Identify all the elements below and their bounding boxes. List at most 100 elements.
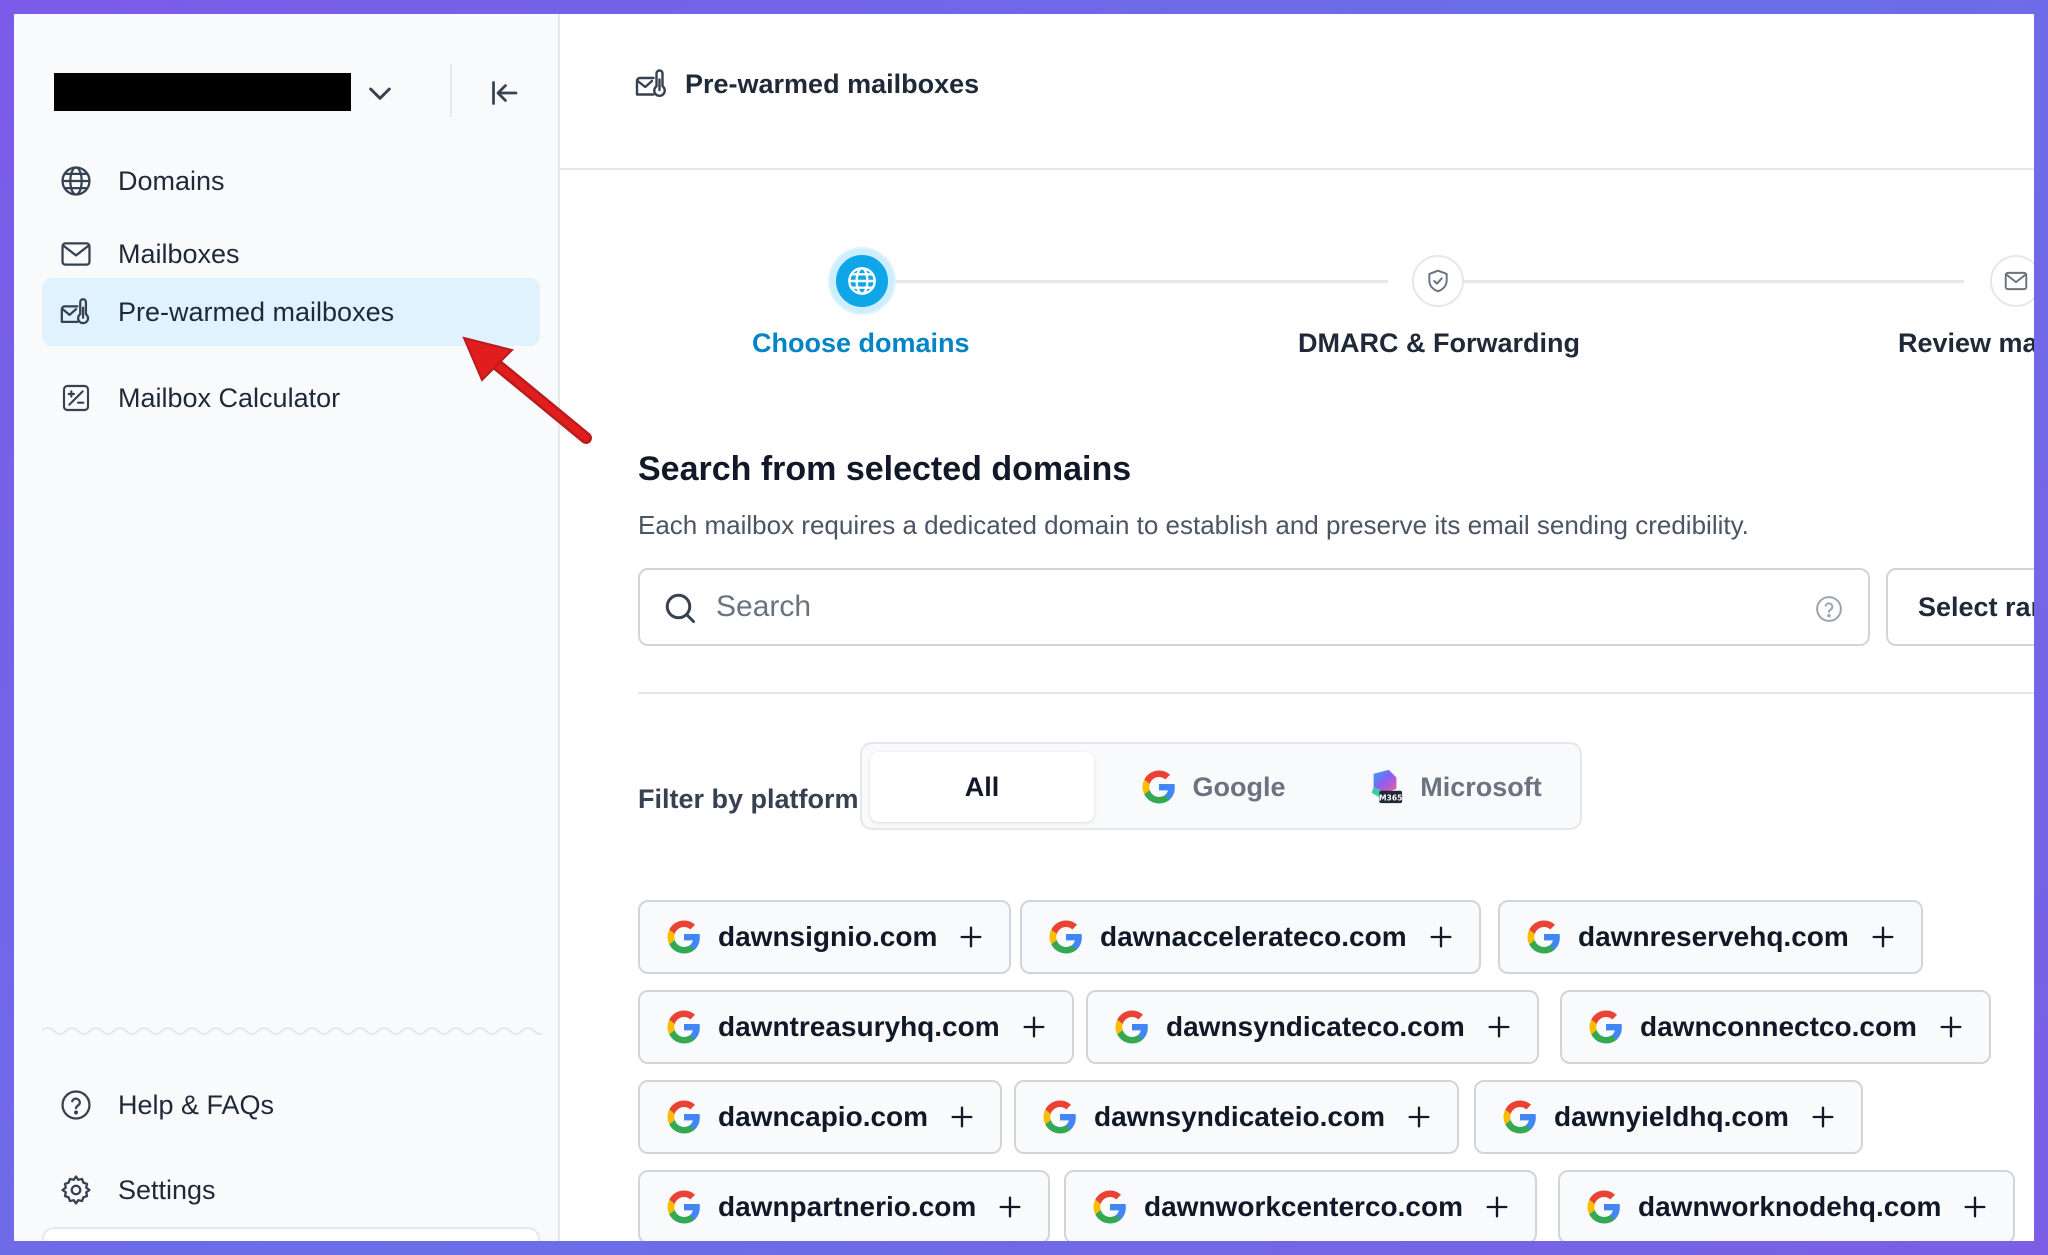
select-random-button[interactable]: Select ran <box>1886 568 2034 646</box>
google-icon <box>667 1190 700 1224</box>
domain-chip-label: dawnconnectco.com <box>1640 1011 1917 1042</box>
top-bar: Pre-warmed mailboxes <box>560 14 2034 170</box>
step-2-label[interactable]: DMARC & Forwarding <box>1298 328 1580 359</box>
app-window: Domains Mailboxes Pre-warmed mailboxes M… <box>14 14 2034 1241</box>
domain-chip-label: dawnyieldhq.com <box>1554 1101 1789 1132</box>
filter-label: Filter by platform <box>638 784 859 814</box>
plus-icon[interactable] <box>1809 1103 1837 1131</box>
google-icon <box>1587 1190 1620 1224</box>
domain-chip[interactable]: dawncapio.com <box>638 1080 1003 1154</box>
calculator-icon <box>58 380 94 416</box>
sidebar-item-settings[interactable]: Settings <box>42 1156 540 1224</box>
stepper: Choose domains DMARC & Forwarding Review… <box>560 234 2034 364</box>
sidebar-item-label: Mailboxes <box>118 238 240 269</box>
plus-icon[interactable] <box>1485 1013 1513 1041</box>
page-title: Pre-warmed mailboxes <box>685 69 980 99</box>
domain-chip[interactable]: dawnaccelerateco.com <box>1020 900 1481 974</box>
search-field[interactable] <box>638 568 1870 646</box>
google-icon <box>1049 920 1082 954</box>
step-connector <box>862 280 1388 283</box>
google-icon <box>667 1010 700 1044</box>
google-icon <box>667 920 700 954</box>
plus-icon[interactable] <box>957 923 985 951</box>
filter-option-all[interactable]: All <box>870 752 1094 822</box>
plus-icon[interactable] <box>1937 1013 1965 1041</box>
domain-chip[interactable]: dawnsyndicateio.com <box>1014 1080 1459 1154</box>
filter-option-label: Google <box>1192 771 1286 802</box>
google-icon <box>1503 1100 1536 1134</box>
sidebar-item-label: Pre-warmed mailboxes <box>118 296 395 327</box>
domain-chip[interactable]: dawnworknodehq.com <box>1558 1170 2016 1241</box>
filter-option-label: All <box>964 771 1000 802</box>
domain-chip-label: dawnworknodehq.com <box>1638 1191 1942 1222</box>
domain-chip-label: dawnsignio.com <box>718 921 938 952</box>
domain-chip[interactable]: dawnconnectco.com <box>1560 990 1991 1064</box>
domain-chip-label: dawnsyndicateio.com <box>1094 1101 1385 1132</box>
domain-chip-label: dawnaccelerateco.com <box>1100 921 1407 952</box>
sidebar-item-label: Domains <box>118 165 225 196</box>
section-title: Search from selected domains <box>638 450 1132 488</box>
sidebar: Domains Mailboxes Pre-warmed mailboxes M… <box>14 14 560 1241</box>
domain-chip[interactable]: dawnpartnerio.com <box>638 1170 1051 1241</box>
sidebar-item-label: Mailbox Calculator <box>118 382 341 413</box>
workspace-name-redacted <box>54 73 351 111</box>
domain-chip-label: dawnpartnerio.com <box>718 1191 977 1222</box>
help-circle-icon[interactable] <box>1814 594 1844 624</box>
domain-chip[interactable]: dawnworkcenterco.com <box>1064 1170 1537 1241</box>
domain-chip[interactable]: dawnsyndicateco.com <box>1086 990 1539 1064</box>
google-icon <box>1093 1190 1126 1224</box>
google-icon <box>1142 770 1175 804</box>
domain-chip[interactable]: dawnreservehq.com <box>1498 900 1923 974</box>
sidebar-bottom-card[interactable] <box>42 1227 540 1241</box>
plus-icon[interactable] <box>1483 1193 1511 1221</box>
sidebar-item-help[interactable]: Help & FAQs <box>42 1071 540 1139</box>
sidebar-wavy-divider <box>42 1027 542 1035</box>
domain-chip-label: dawnworkcenterco.com <box>1144 1191 1463 1222</box>
main-content: Pre-warmed mailboxes Choose domains DMAR… <box>560 14 2034 1241</box>
plus-icon[interactable] <box>1020 1013 1048 1041</box>
plus-icon[interactable] <box>1405 1103 1433 1131</box>
filter-option-microsoft[interactable]: M365 Microsoft <box>1332 752 1576 822</box>
google-icon <box>1115 1010 1148 1044</box>
step-3-indicator[interactable] <box>1990 255 2034 307</box>
step-1-indicator[interactable] <box>830 249 894 313</box>
plus-icon[interactable] <box>1869 923 1897 951</box>
domain-chip-label: dawnsyndicateco.com <box>1166 1011 1465 1042</box>
plus-icon[interactable] <box>996 1193 1024 1221</box>
google-icon <box>1527 920 1560 954</box>
gear-icon <box>58 1172 94 1208</box>
workspace-switcher[interactable] <box>54 63 544 123</box>
warm-mailbox-icon <box>58 294 94 330</box>
platform-filter: All Google M365 Microsoft <box>860 742 1582 830</box>
domain-chip[interactable]: dawntreasuryhq.com <box>638 990 1074 1064</box>
chevron-down-icon[interactable] <box>364 77 396 109</box>
google-icon <box>1589 1010 1622 1044</box>
filter-option-label: Microsoft <box>1420 771 1542 802</box>
domain-chip[interactable]: dawnyieldhq.com <box>1474 1080 1863 1154</box>
step-1-label[interactable]: Choose domains <box>752 328 970 359</box>
microsoft-365-icon: M365 <box>1371 769 1403 804</box>
search-icon <box>665 593 695 623</box>
plus-icon[interactable] <box>1427 923 1455 951</box>
plus-icon[interactable] <box>1961 1193 1989 1221</box>
google-icon <box>667 1100 700 1134</box>
step-2-indicator[interactable] <box>1412 255 1464 307</box>
warm-mailbox-icon <box>635 69 666 97</box>
collapse-sidebar-icon[interactable] <box>486 75 522 111</box>
filter-option-google[interactable]: Google <box>1098 752 1328 822</box>
domain-chip-label: dawnreservehq.com <box>1578 921 1849 952</box>
google-icon <box>1043 1100 1076 1134</box>
sidebar-item-label: Help & FAQs <box>118 1089 275 1120</box>
domain-chip-label: dawncapio.com <box>718 1101 929 1132</box>
step-3-label[interactable]: Review mai <box>1898 328 2034 359</box>
search-input[interactable] <box>716 582 1776 632</box>
section-divider <box>638 692 2034 694</box>
sidebar-item-domains[interactable]: Domains <box>42 147 540 215</box>
mail-icon <box>58 236 94 272</box>
help-circle-icon <box>58 1087 94 1123</box>
sidebar-item-label: Settings <box>118 1174 216 1205</box>
workspace-divider <box>450 65 452 117</box>
plus-icon[interactable] <box>948 1103 976 1131</box>
domain-chip[interactable]: dawnsignio.com <box>638 900 1012 974</box>
domain-chip-label: dawntreasuryhq.com <box>718 1011 1000 1042</box>
